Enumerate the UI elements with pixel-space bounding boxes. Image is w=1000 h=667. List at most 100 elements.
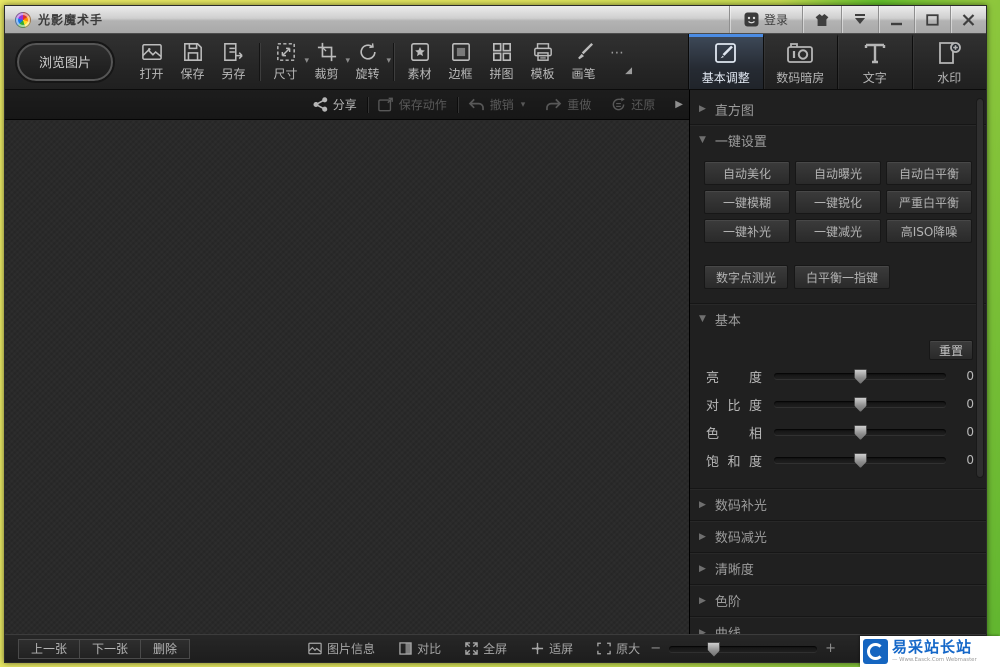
delete-image-button[interactable]: 删除 bbox=[140, 638, 191, 659]
toolbar-resize-label: 尺寸 bbox=[273, 66, 298, 81]
toolbar-frame-button[interactable]: 边框 bbox=[440, 42, 481, 82]
save-action-button[interactable]: 保存动作 bbox=[368, 96, 457, 113]
zoom-slider-handle[interactable] bbox=[707, 641, 721, 657]
fullscreen-icon bbox=[465, 642, 478, 655]
section-clarity[interactable]: ▶ 清晰度 bbox=[690, 553, 986, 584]
fullscreen-label: 全屏 bbox=[483, 642, 508, 656]
watermark-title: 易采站长站 bbox=[892, 638, 973, 656]
image-canvas[interactable] bbox=[5, 120, 689, 634]
redo-button[interactable]: 重做 bbox=[535, 96, 601, 113]
section-histogram-label: 直方图 bbox=[714, 103, 754, 119]
undo-dropdown-icon[interactable]: ▾ bbox=[521, 100, 526, 110]
hue-slider-row: 色相 0 bbox=[690, 418, 986, 446]
toolbar-material-label: 素材 bbox=[407, 66, 432, 81]
severe-white-balance-button[interactable]: 严重白平衡 bbox=[886, 190, 972, 214]
collapse-button[interactable] bbox=[841, 6, 878, 33]
saturation-slider-handle[interactable] bbox=[854, 453, 867, 468]
chevron-right-icon: ▶ bbox=[699, 563, 706, 574]
main-toolbar: 浏览图片 打开 保存 另存 尺寸 ▾ 裁剪 ▾ 旋转 ▾ 素材 边框 拼图 模板… bbox=[5, 34, 986, 90]
one-key-fill-light-button[interactable]: 一键补光 bbox=[704, 219, 790, 243]
digital-spot-metering-button[interactable]: 数字点测光 bbox=[704, 265, 789, 289]
original-size-button[interactable]: 原大 bbox=[597, 640, 640, 657]
toolbar-rotate-button[interactable]: 旋转 ▾ bbox=[347, 42, 391, 82]
toolbar-template-button[interactable]: 模板 bbox=[522, 42, 563, 82]
white-balance-one-touch-button[interactable]: 白平衡一指键 bbox=[794, 265, 891, 289]
corner-triangle-icon: ◢ bbox=[625, 65, 632, 76]
toolbar-open-button[interactable]: 打开 bbox=[131, 42, 172, 82]
open-image-icon bbox=[141, 42, 163, 62]
restore-button[interactable]: 还原 bbox=[601, 96, 665, 113]
fullscreen-button[interactable]: 全屏 bbox=[465, 640, 507, 657]
one-key-blur-button[interactable]: 一键模糊 bbox=[704, 190, 790, 214]
adjust-panel: ▶ 直方图 ▼ 一键设置 自动美化 自动曝光 自动白平衡 一键模糊 一键锐化 严… bbox=[689, 90, 986, 634]
tab-watermark[interactable]: 水印 bbox=[911, 34, 987, 89]
login-button[interactable]: 登录 bbox=[728, 6, 802, 33]
share-button[interactable]: 分享 bbox=[303, 96, 367, 113]
zoom-slider[interactable] bbox=[669, 641, 818, 657]
toolbar-save-as-button[interactable]: 另存 bbox=[213, 42, 254, 82]
watermark-icon bbox=[936, 41, 962, 65]
collapse-chevron-icon bbox=[853, 13, 867, 26]
section-curves[interactable]: ▶ 曲线 bbox=[690, 617, 986, 634]
section-basic[interactable]: ▼ 基本 bbox=[690, 304, 986, 334]
toolbar-resize-button[interactable]: 尺寸 ▾ bbox=[265, 42, 309, 82]
toolbar-collage-label: 拼图 bbox=[489, 66, 514, 81]
toolbar-crop-label: 裁剪 bbox=[314, 66, 339, 81]
next-image-button[interactable]: 下一张 bbox=[79, 638, 142, 659]
auto-beautify-button[interactable]: 自动美化 bbox=[704, 161, 790, 185]
panel-scrollbar[interactable] bbox=[976, 96, 984, 628]
contrast-slider-handle[interactable] bbox=[854, 397, 867, 412]
resize-icon bbox=[276, 42, 296, 62]
brightness-value: 0 bbox=[966, 369, 974, 383]
metering-tools-row: 数字点测光 白平衡一指键 bbox=[690, 253, 986, 303]
avatar-smiley-icon bbox=[744, 12, 759, 27]
skin-button[interactable] bbox=[802, 6, 841, 33]
brush-icon bbox=[574, 42, 594, 62]
auto-exposure-button[interactable]: 自动曝光 bbox=[795, 161, 881, 185]
section-reduce-light[interactable]: ▶ 数码减光 bbox=[690, 521, 986, 552]
maximize-button[interactable] bbox=[914, 6, 950, 33]
chevron-down-icon[interactable]: ▾ bbox=[386, 56, 391, 66]
toolbar-collage-button[interactable]: 拼图 bbox=[481, 42, 522, 82]
panel-scrollbar-thumb[interactable] bbox=[976, 98, 984, 478]
zoom-out-button[interactable]: − bbox=[650, 641, 661, 656]
image-info-button[interactable]: 图片信息 bbox=[308, 640, 375, 657]
hue-label: 色相 bbox=[706, 426, 762, 442]
login-label: 登录 bbox=[763, 13, 788, 27]
text-icon bbox=[863, 41, 887, 65]
high-iso-denoise-button[interactable]: 高ISO降噪 bbox=[886, 219, 972, 243]
one-key-dim-light-button[interactable]: 一键减光 bbox=[795, 219, 881, 243]
fit-screen-label: 适屏 bbox=[549, 642, 574, 656]
undo-button[interactable]: 撤销 ▾ bbox=[458, 96, 536, 113]
hue-slider-handle[interactable] bbox=[854, 425, 867, 440]
contrast-value: 0 bbox=[966, 397, 974, 411]
one-key-grid: 自动美化 自动曝光 自动白平衡 一键模糊 一键锐化 严重白平衡 一键补光 一键减… bbox=[690, 155, 986, 253]
compare-button[interactable]: 对比 bbox=[399, 640, 441, 657]
toolbar-crop-button[interactable]: 裁剪 ▾ bbox=[306, 42, 350, 82]
one-key-sharpen-button[interactable]: 一键锐化 bbox=[795, 190, 881, 214]
section-one-key[interactable]: ▼ 一键设置 bbox=[690, 125, 986, 155]
toolbar-brush-button[interactable]: 画笔 bbox=[563, 42, 604, 82]
auto-white-balance-button[interactable]: 自动白平衡 bbox=[886, 161, 972, 185]
zoom-in-button[interactable]: + bbox=[825, 641, 836, 656]
toolbar-more-button[interactable]: ⋯ ◢ bbox=[604, 46, 638, 76]
section-fill-light[interactable]: ▶ 数码补光 bbox=[690, 489, 986, 520]
section-levels[interactable]: ▶ 色阶 bbox=[690, 585, 986, 616]
tab-basic-adjust[interactable]: 基本调整 bbox=[689, 34, 763, 89]
zoom-slider-track[interactable] bbox=[669, 645, 818, 652]
minimize-button[interactable] bbox=[878, 6, 914, 33]
fit-screen-button[interactable]: 适屏 bbox=[531, 640, 573, 657]
actionbar-overflow-arrow[interactable]: ▶ bbox=[665, 99, 687, 110]
prev-image-button[interactable]: 上一张 bbox=[18, 638, 81, 659]
browse-images-button[interactable]: 浏览图片 bbox=[15, 40, 115, 83]
reset-button[interactable]: 重置 bbox=[928, 340, 973, 360]
chevron-right-icon: ▶ bbox=[699, 531, 706, 542]
tab-darkroom[interactable]: 数码暗房 bbox=[762, 34, 838, 89]
section-histogram[interactable]: ▶ 直方图 bbox=[690, 94, 986, 124]
tab-text[interactable]: 文字 bbox=[837, 34, 912, 89]
toolbar-save-button[interactable]: 保存 bbox=[172, 42, 213, 82]
close-button[interactable] bbox=[950, 6, 986, 33]
brightness-slider-handle[interactable] bbox=[854, 369, 867, 384]
contrast-label: 对比度 bbox=[706, 398, 762, 414]
toolbar-material-button[interactable]: 素材 bbox=[399, 42, 440, 82]
